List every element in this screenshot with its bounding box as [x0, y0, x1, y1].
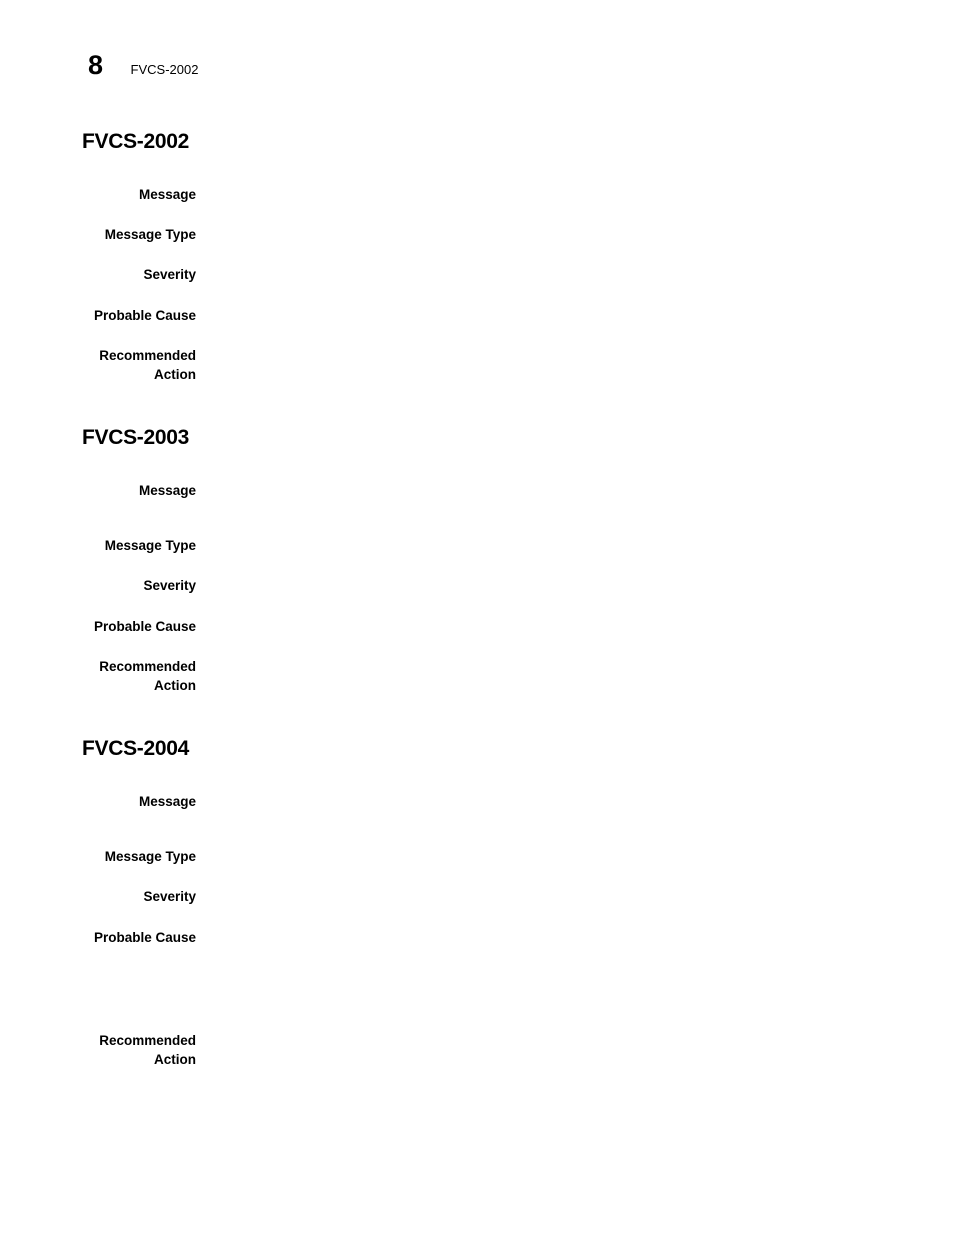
spacer: [82, 866, 882, 887]
field-label: Message: [138, 483, 196, 499]
field-row-probable-cause: Probable Cause: [82, 617, 882, 636]
spacer: [82, 907, 882, 928]
field-label: Recommended Action: [99, 658, 196, 693]
field-label: Message: [138, 794, 196, 810]
field-row-recommended-action: Recommended Action: [82, 657, 882, 695]
field-label: Severity: [143, 267, 196, 283]
spacer: [82, 760, 882, 792]
field-value: [196, 617, 882, 636]
field-row-message-type: Message Type: [82, 847, 882, 866]
spacer: [82, 449, 882, 481]
field-value: [196, 225, 882, 244]
field-label: Probable Cause: [93, 929, 196, 945]
field-row-message: Message: [82, 185, 882, 204]
field-value: [196, 887, 882, 906]
section-heading: FVCS-2003: [82, 426, 190, 450]
spacer: [82, 325, 882, 346]
section-heading: FVCS-2002: [82, 130, 190, 153]
field-row-message: Message: [82, 792, 882, 811]
message-section: FVCS-2002 Message Message Type Severity …: [82, 130, 882, 384]
message-section: FVCS-2003 Message Message Type Severity …: [82, 426, 882, 695]
field-value: [196, 185, 882, 204]
spacer: [82, 153, 882, 185]
running-header: 8 FVCS-2002: [88, 52, 198, 79]
field-value: [196, 657, 882, 695]
field-value: [196, 1031, 882, 1069]
page-content: FVCS-2002 Message Message Type Severity …: [82, 130, 882, 1069]
field-row-severity: Severity: [82, 887, 882, 906]
field-table: Message Message Type Severity Probable C…: [82, 153, 882, 384]
field-label: Probable Cause: [93, 307, 196, 323]
spacer: [82, 811, 882, 847]
field-value: [196, 792, 882, 811]
field-row-message-type: Message Type: [82, 225, 882, 244]
field-label: Message: [138, 187, 196, 203]
field-label: Probable Cause: [93, 618, 196, 634]
spacer: [82, 596, 882, 617]
field-row-message: Message: [82, 481, 882, 500]
spacer: [82, 947, 882, 1031]
field-row-recommended-action: Recommended Action: [82, 346, 882, 384]
field-label: Recommended Action: [99, 347, 196, 382]
running-header-title: FVCS-2002: [130, 62, 199, 77]
field-label: Message Type: [104, 227, 196, 243]
field-value: [196, 576, 882, 595]
field-label: Message Type: [104, 849, 196, 865]
field-row-severity: Severity: [82, 265, 882, 284]
spacer: [82, 285, 882, 306]
page-number: 8: [88, 50, 103, 80]
field-row-probable-cause: Probable Cause: [82, 928, 882, 947]
field-row-probable-cause: Probable Cause: [82, 306, 882, 325]
field-label: Recommended Action: [99, 1032, 196, 1067]
field-value: [196, 265, 882, 284]
field-label: Severity: [143, 889, 196, 905]
spacer: [82, 555, 882, 576]
spacer: [82, 636, 882, 657]
field-value: [196, 346, 882, 384]
spacer: [82, 204, 882, 225]
field-value: [196, 306, 882, 325]
field-row-recommended-action: Recommended Action: [82, 1031, 882, 1069]
field-value: [196, 481, 882, 500]
field-label: Severity: [143, 578, 196, 594]
section-heading: FVCS-2004: [82, 737, 190, 761]
field-value: [196, 536, 882, 555]
field-label: Message Type: [104, 538, 196, 554]
spacer: [82, 500, 882, 536]
field-row-severity: Severity: [82, 576, 882, 595]
field-value: [196, 847, 882, 866]
field-table: Message Message Type Severity Probable C…: [82, 760, 882, 1069]
field-value: [196, 928, 882, 947]
document-page: 8 FVCS-2002 FVCS-2002 Message Message Ty…: [0, 0, 954, 1235]
spacer: [82, 244, 882, 265]
field-row-message-type: Message Type: [82, 536, 882, 555]
field-table: Message Message Type Severity Probable C…: [82, 449, 882, 695]
message-section: FVCS-2004 Message Message Type Severity …: [82, 737, 882, 1069]
